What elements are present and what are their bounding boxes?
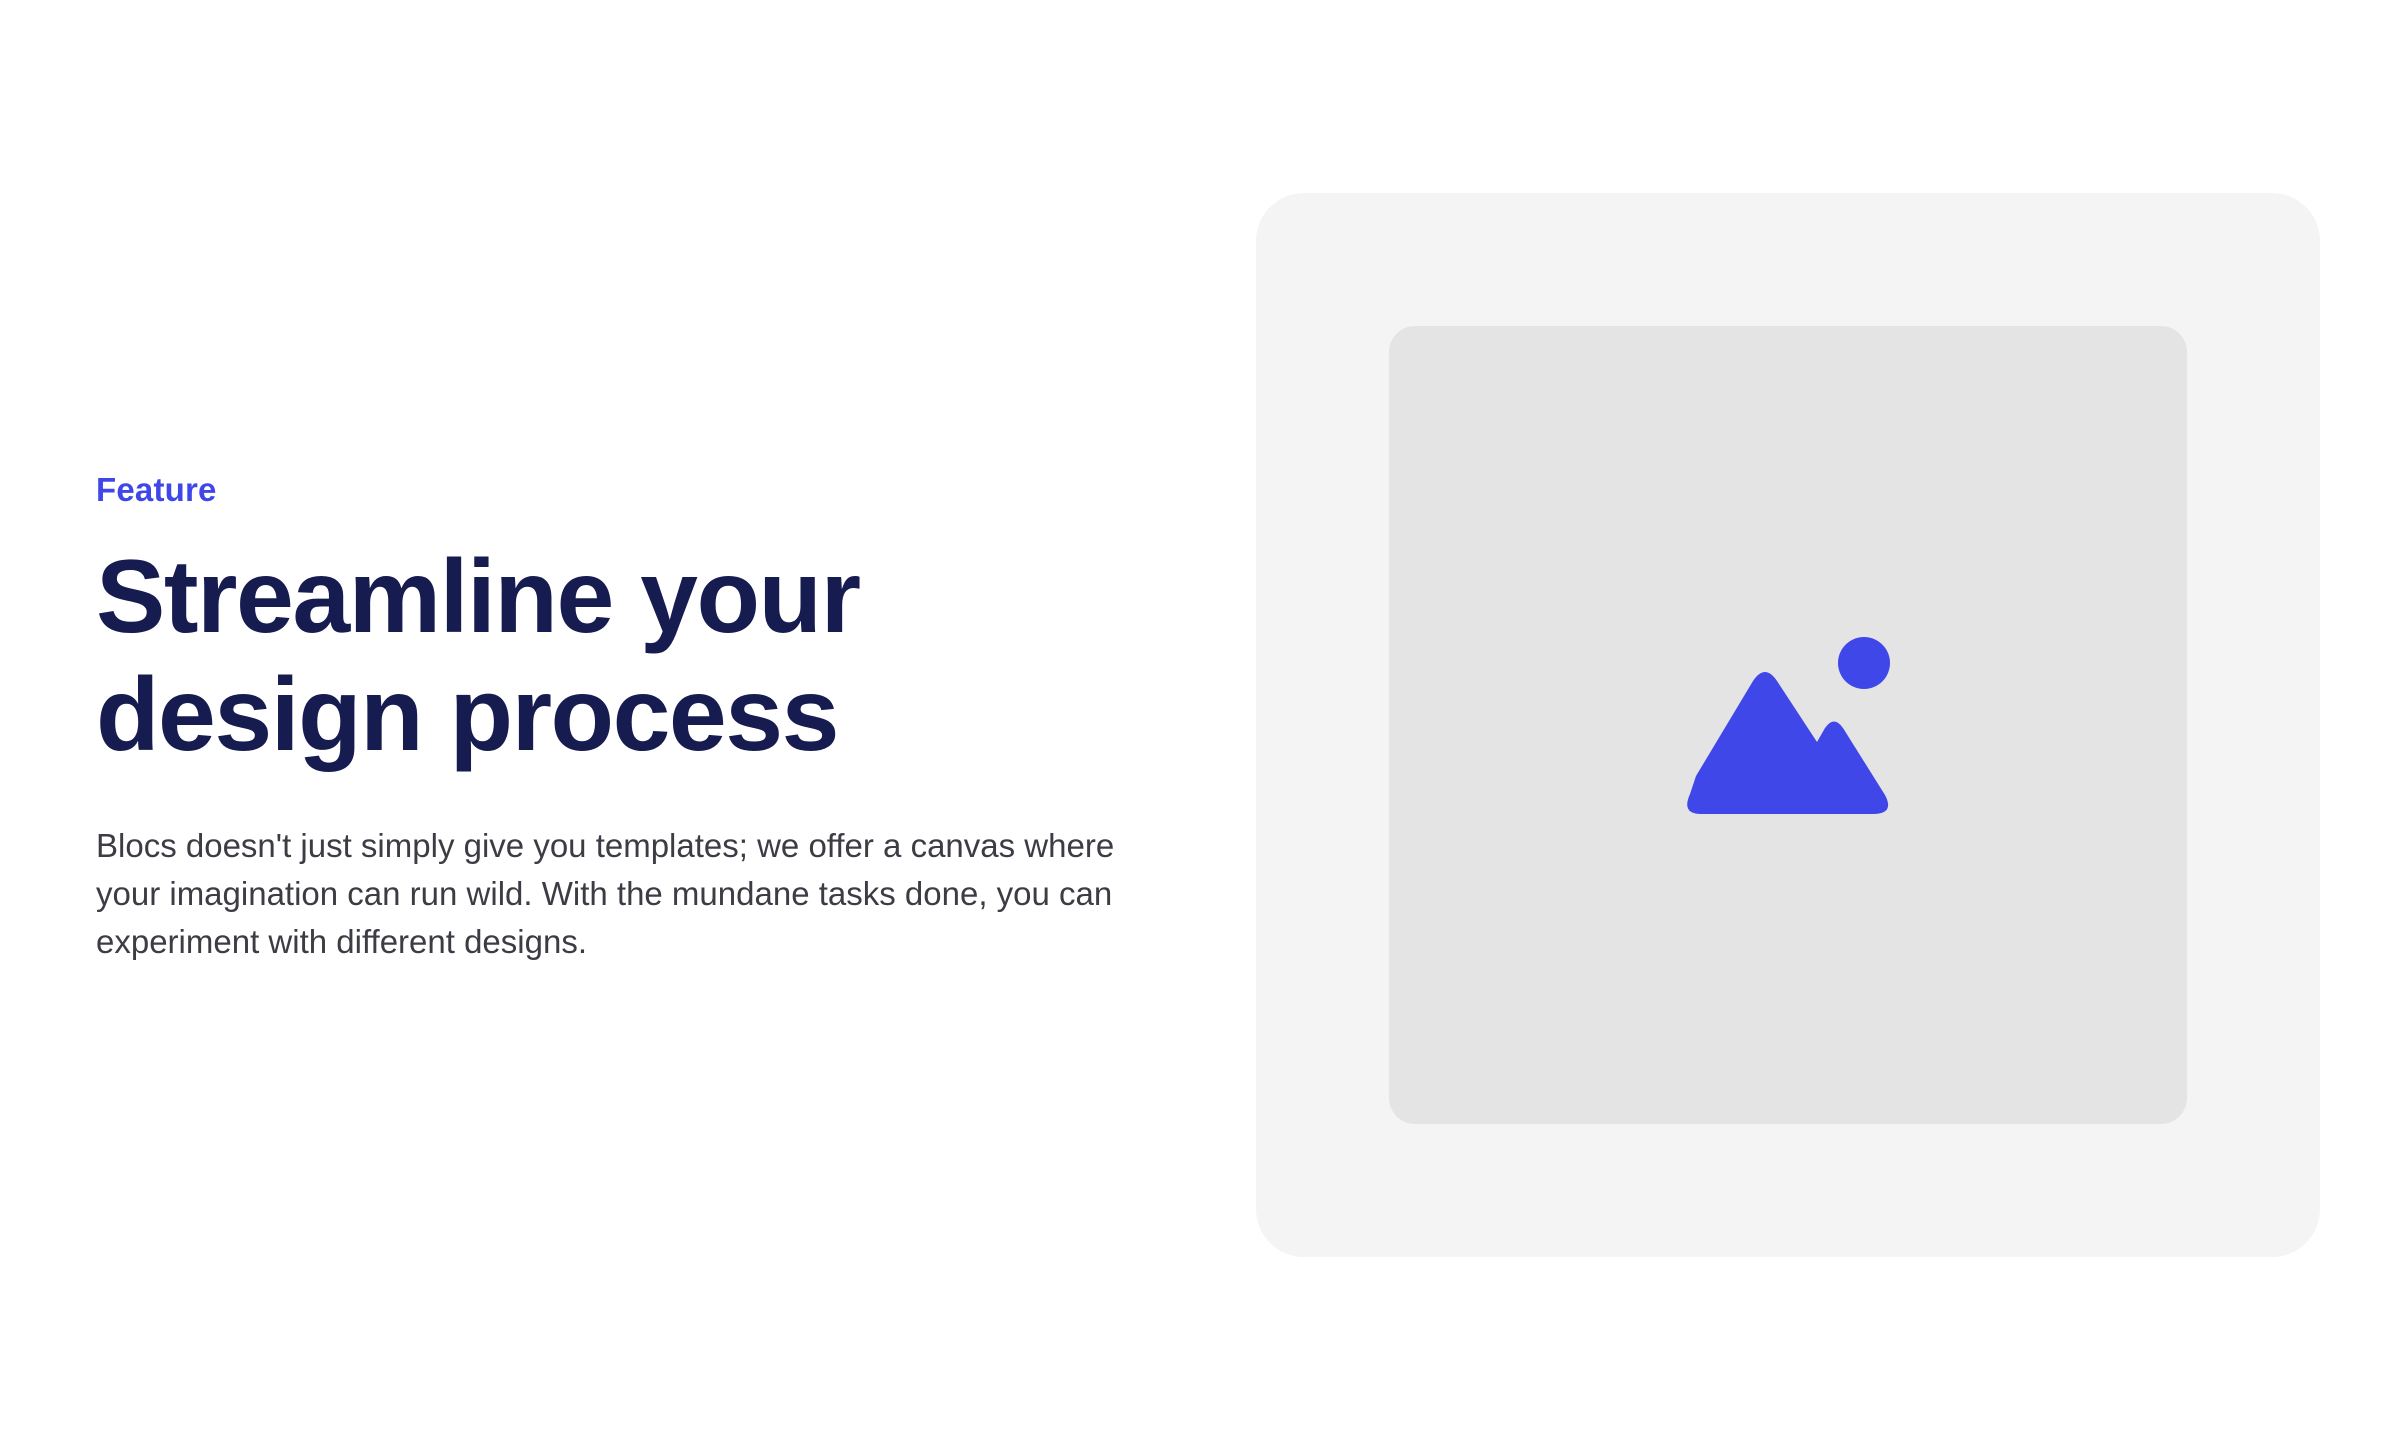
image-placeholder bbox=[1389, 326, 2187, 1124]
feature-eyebrow: Feature bbox=[96, 471, 217, 508]
image-placeholder-icon bbox=[1685, 636, 1891, 814]
feature-description: Blocs doesn't just simply give you templ… bbox=[96, 827, 1115, 960]
headline-line-1: Streamline your bbox=[96, 539, 861, 655]
feature-text-column: Feature Streamline your design process B… bbox=[96, 470, 1156, 966]
feature-headline: Streamline your design process bbox=[96, 538, 996, 774]
media-card bbox=[1256, 193, 2320, 1257]
feature-section: Feature Streamline your design process B… bbox=[0, 0, 2400, 1440]
headline-line-2: design process bbox=[96, 657, 839, 773]
